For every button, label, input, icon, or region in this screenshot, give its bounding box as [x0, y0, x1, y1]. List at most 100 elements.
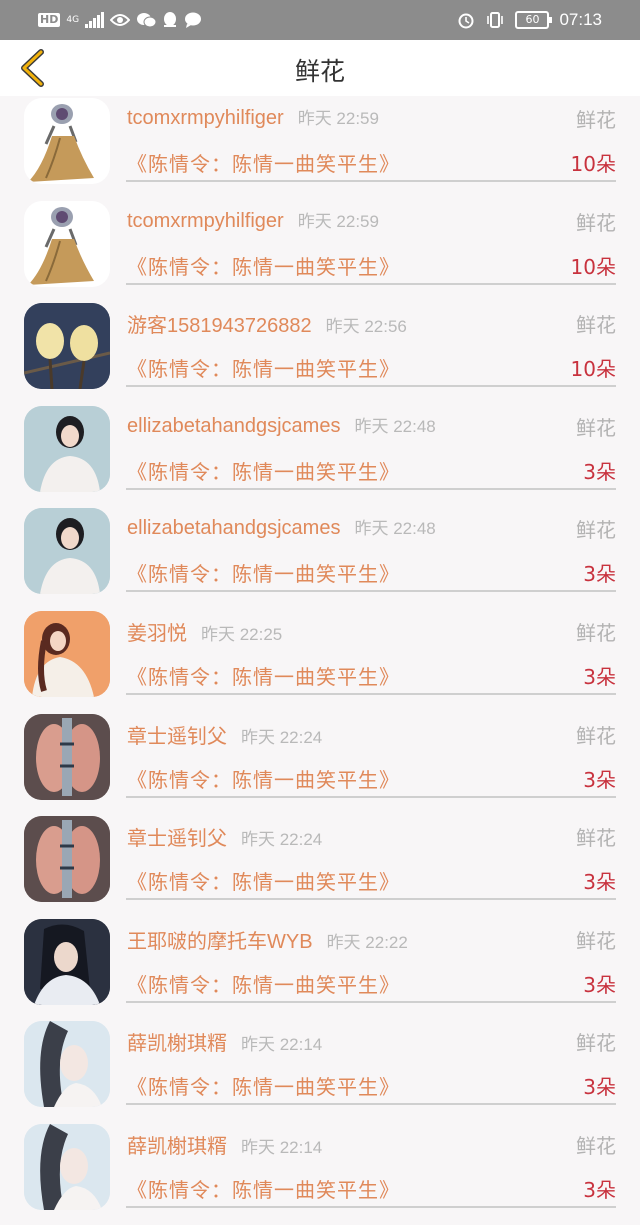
- avatar[interactable]: [24, 98, 110, 184]
- gift-count: 10朵: [570, 152, 616, 176]
- status-bar-right: 60 07:13: [457, 8, 602, 32]
- work-title-link[interactable]: 《陈情令：陈情一曲笑平生》: [127, 1174, 400, 1203]
- timestamp: 昨天 22:22: [326, 932, 408, 952]
- username[interactable]: ellizabetahandgsjcames 昨天 22:48: [127, 412, 436, 438]
- avatar[interactable]: [24, 508, 110, 595]
- avatar[interactable]: [24, 1021, 110, 1108]
- list-item[interactable]: 姜羽悦 昨天 22:25 鲜花 《陈情令：陈情一曲笑平生》 3朵: [0, 609, 640, 712]
- alarm-icon: [457, 11, 475, 29]
- username[interactable]: 章士遥钊父 昨天 22:24: [127, 720, 322, 749]
- username[interactable]: 章士遥钊父 昨天 22:24: [127, 822, 322, 851]
- message-icon: [184, 12, 202, 28]
- divider: [126, 1000, 616, 1003]
- gift-type: 鲜花: [576, 826, 616, 851]
- divider: [126, 1103, 616, 1106]
- gift-type: 鲜花: [576, 1133, 616, 1158]
- vibrate-icon: [485, 11, 505, 29]
- list-item[interactable]: tcomxrmpyhilfiger 昨天 22:59 鲜花 《陈情令：陈情一曲笑平…: [0, 199, 640, 302]
- divider: [126, 282, 616, 285]
- gift-type: 鲜花: [576, 313, 616, 338]
- avatar[interactable]: [24, 713, 110, 800]
- gift-record-list: tcomxrmpyhilfiger 昨天 22:59 鲜花 《陈情令：陈情一曲笑平…: [0, 96, 640, 1225]
- gift-type: 鲜花: [576, 1031, 616, 1056]
- work-title-link[interactable]: 《陈情令：陈情一曲笑平生》: [127, 969, 400, 998]
- page-title: 鲜花: [294, 57, 345, 86]
- divider: [126, 590, 616, 593]
- network-type: 4G: [66, 14, 80, 25]
- signal-icon: [85, 12, 105, 28]
- username[interactable]: tcomxrmpyhilfiger 昨天 22:59: [127, 207, 379, 233]
- timestamp: 昨天 22:24: [241, 727, 323, 747]
- eye-icon: [110, 13, 131, 27]
- gift-count: 10朵: [570, 357, 616, 382]
- work-title-link[interactable]: 《陈情令：陈情一曲笑平生》: [127, 558, 400, 587]
- work-title-link[interactable]: 《陈情令：陈情一曲笑平生》: [127, 1071, 400, 1100]
- gift-type: 鲜花: [576, 210, 616, 235]
- gift-count: 3朵: [583, 562, 616, 587]
- list-item[interactable]: 薛凯榭琪糈 昨天 22:14 鲜花 《陈情令：陈情一曲笑平生》 3朵: [0, 1122, 640, 1225]
- timestamp: 昨天 22:56: [325, 317, 407, 337]
- timestamp: 昨天 22:24: [241, 830, 323, 850]
- list-item[interactable]: 王耶啵的摩托车WYB 昨天 22:22 鲜花 《陈情令：陈情一曲笑平生》 3朵: [0, 917, 640, 1020]
- divider: [126, 487, 616, 490]
- divider: [126, 385, 616, 388]
- timestamp: 昨天 22:48: [354, 416, 436, 436]
- list-item[interactable]: 游客1581943726882 昨天 22:56 鲜花 《陈情令：陈情一曲笑平生》…: [0, 301, 640, 404]
- divider: [126, 692, 616, 695]
- work-title-link[interactable]: 《陈情令：陈情一曲笑平生》: [127, 251, 400, 280]
- avatar[interactable]: [24, 816, 110, 903]
- username[interactable]: ellizabetahandgsjcames 昨天 22:48: [127, 514, 436, 540]
- divider: [126, 1205, 616, 1208]
- username[interactable]: 薛凯榭琪糈 昨天 22:14: [127, 1027, 322, 1056]
- username[interactable]: 姜羽悦 昨天 22:25: [127, 617, 282, 646]
- work-title-link[interactable]: 《陈情令：陈情一曲笑平生》: [127, 661, 400, 690]
- username[interactable]: 游客1581943726882 昨天 22:56: [127, 309, 407, 338]
- timestamp: 昨天 22:48: [354, 519, 436, 539]
- battery-icon: 60: [515, 11, 553, 29]
- status-bar: HD 4G 60 07:13: [0, 0, 640, 40]
- avatar[interactable]: [24, 1123, 110, 1210]
- work-title-link[interactable]: 《陈情令：陈情一曲笑平生》: [127, 148, 400, 177]
- timestamp: 昨天 22:14: [241, 1035, 323, 1055]
- wechat-icon: [136, 12, 157, 28]
- list-item[interactable]: tcomxrmpyhilfiger 昨天 22:59 鲜花 《陈情令：陈情一曲笑平…: [0, 96, 640, 199]
- work-title-link[interactable]: 《陈情令：陈情一曲笑平生》: [127, 764, 400, 793]
- qq-icon: [162, 11, 178, 29]
- timestamp: 昨天 22:59: [297, 109, 379, 128]
- username[interactable]: 薛凯榭琪糈 昨天 22:14: [127, 1130, 322, 1159]
- divider: [126, 795, 616, 798]
- gift-type: 鲜花: [576, 108, 616, 132]
- avatar[interactable]: [24, 200, 110, 287]
- gift-count: 3朵: [583, 767, 616, 792]
- work-title-link[interactable]: 《陈情令：陈情一曲笑平生》: [127, 456, 400, 485]
- gift-count: 3朵: [583, 1075, 616, 1100]
- work-title-link[interactable]: 《陈情令：陈情一曲笑平生》: [127, 353, 400, 382]
- gift-count: 10朵: [570, 254, 616, 279]
- username[interactable]: 王耶啵的摩托车WYB 昨天 22:22: [127, 925, 408, 954]
- list-item[interactable]: 章士遥钊父 昨天 22:24 鲜花 《陈情令：陈情一曲笑平生》 3朵: [0, 712, 640, 815]
- gift-count: 3朵: [583, 664, 616, 689]
- list-item[interactable]: ellizabetahandgsjcames 昨天 22:48 鲜花 《陈情令：陈…: [0, 506, 640, 609]
- nav-header: 鲜花: [0, 40, 640, 96]
- avatar[interactable]: [24, 303, 110, 390]
- gift-type: 鲜花: [576, 518, 616, 543]
- status-bar-left: HD 4G: [38, 8, 202, 32]
- avatar[interactable]: [24, 610, 110, 697]
- work-title-link[interactable]: 《陈情令：陈情一曲笑平生》: [127, 866, 400, 895]
- avatar[interactable]: [24, 918, 110, 1005]
- gift-type: 鲜花: [576, 620, 616, 645]
- list-item[interactable]: ellizabetahandgsjcames 昨天 22:48 鲜花 《陈情令：陈…: [0, 404, 640, 507]
- timestamp: 昨天 22:59: [297, 211, 379, 231]
- gift-type: 鲜花: [576, 723, 616, 748]
- username[interactable]: tcomxrmpyhilfiger 昨天 22:59: [127, 104, 379, 130]
- list-item[interactable]: 薛凯榭琪糈 昨天 22:14 鲜花 《陈情令：陈情一曲笑平生》 3朵: [0, 1019, 640, 1122]
- avatar[interactable]: [24, 405, 110, 492]
- hd-badge: HD: [38, 13, 61, 27]
- gift-count: 3朵: [583, 459, 616, 484]
- gift-count: 3朵: [583, 972, 616, 997]
- gift-count: 3朵: [583, 870, 616, 895]
- list-item[interactable]: 章士遥钊父 昨天 22:24 鲜花 《陈情令：陈情一曲笑平生》 3朵: [0, 814, 640, 917]
- divider: [126, 898, 616, 901]
- timestamp: 昨天 22:25: [201, 624, 283, 644]
- gift-type: 鲜花: [576, 415, 616, 440]
